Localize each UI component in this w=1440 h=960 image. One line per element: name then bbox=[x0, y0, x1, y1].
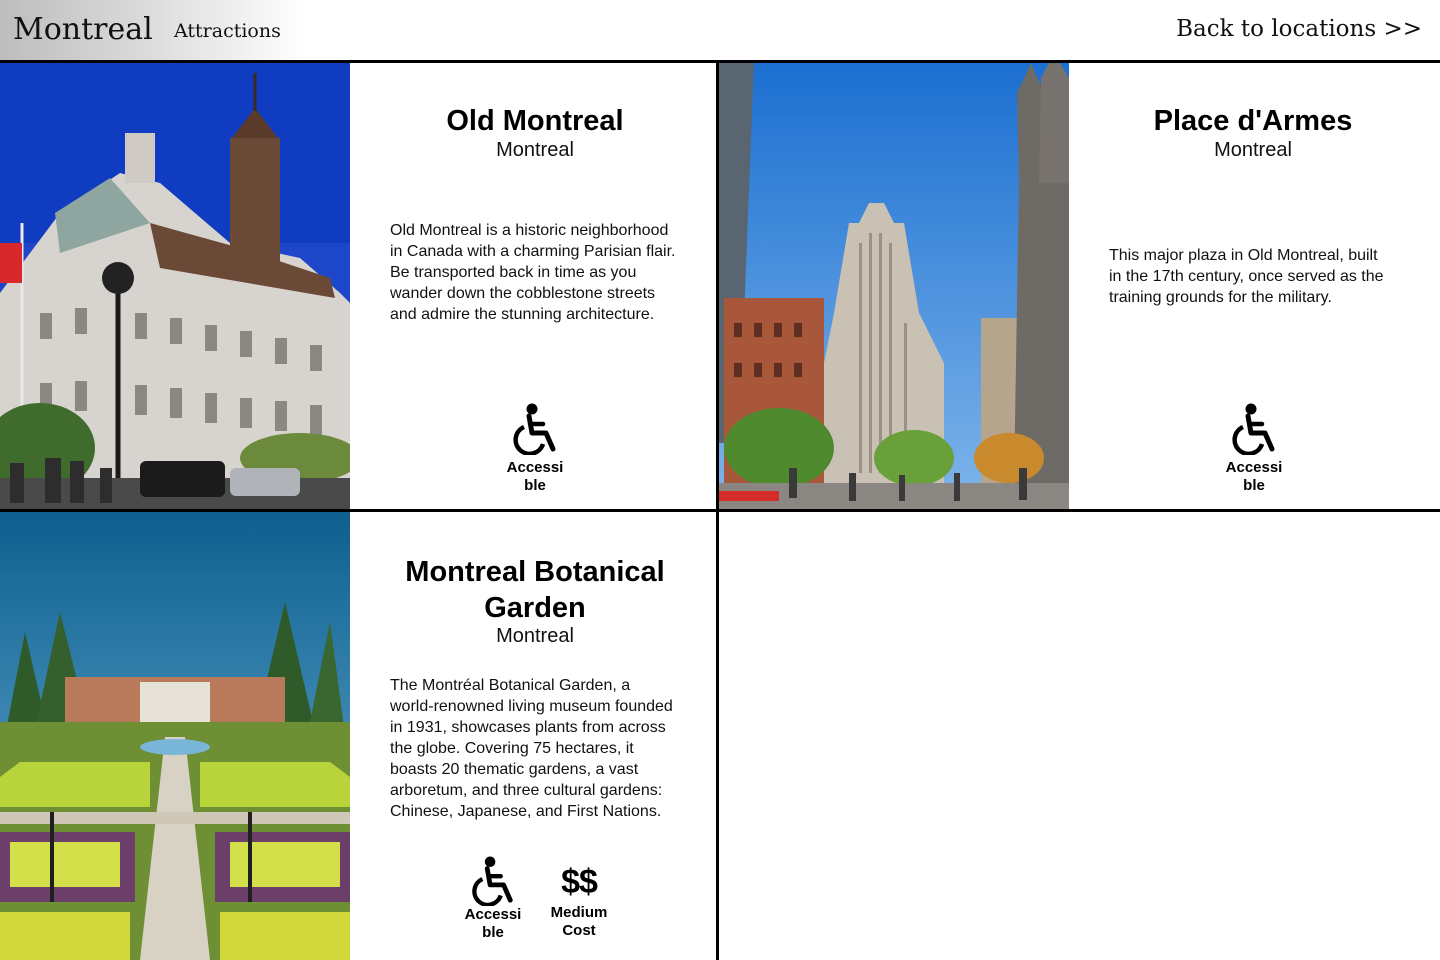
page-subtitle: Attractions bbox=[174, 20, 281, 42]
page-title: Montreal bbox=[13, 12, 153, 47]
place-darmes-photo bbox=[719, 63, 1069, 509]
accessible-badge: Accessible bbox=[1219, 403, 1289, 495]
attraction-title: Place d'Armes bbox=[1153, 105, 1353, 137]
accessible-badge: Accessible bbox=[458, 856, 528, 942]
grid-divider-horizontal bbox=[0, 509, 1440, 512]
empty-grid-cell bbox=[719, 512, 1440, 960]
attraction-city: Montreal bbox=[496, 139, 574, 161]
old-montreal-info: Old Montreal Montreal Old Montreal is a … bbox=[350, 63, 717, 509]
badge-label: Accessible bbox=[464, 906, 522, 941]
badge-label: Accessible bbox=[506, 459, 564, 494]
attraction-description: The Montréal Botanical Garden, a world-r… bbox=[390, 677, 673, 820]
attraction-city: Montreal bbox=[496, 625, 574, 647]
attraction-card-place-darmes[interactable]: Place d'Armes Montreal This major plaza … bbox=[719, 63, 1440, 509]
place-darmes-info: Place d'Armes Montreal This major plaza … bbox=[1069, 63, 1436, 509]
botanical-garden-photo bbox=[0, 512, 350, 960]
attraction-city: Montreal bbox=[1214, 139, 1292, 161]
accessible-badge: Accessible bbox=[500, 403, 570, 495]
old-montreal-photo bbox=[0, 63, 350, 509]
medium-cost-badge: $$ Medium Cost bbox=[544, 862, 614, 940]
attraction-card-botanical-garden[interactable]: Montreal Botanical Garden Montreal The M… bbox=[0, 512, 716, 960]
attraction-card-old-montreal[interactable]: Old Montreal Montreal Old Montreal is a … bbox=[0, 63, 716, 509]
attraction-description: This major plaza in Old Montreal, built … bbox=[1109, 247, 1384, 306]
dollar-icon: $$ bbox=[561, 863, 598, 901]
badge-label: Accessible bbox=[1225, 459, 1283, 494]
wheelchair-icon bbox=[1232, 403, 1275, 455]
badge-label: Medium Cost bbox=[550, 904, 608, 939]
top-bar: Montreal Attractions Back to locations >… bbox=[0, 0, 1440, 60]
wheelchair-icon bbox=[513, 403, 556, 455]
wheelchair-icon bbox=[472, 856, 513, 906]
attraction-title: Old Montreal bbox=[446, 105, 624, 137]
back-to-locations-link[interactable]: Back to locations >> bbox=[1176, 16, 1422, 42]
attraction-title: Montreal Botanical Garden bbox=[405, 556, 665, 624]
attraction-description: Old Montreal is a historic neighborhood … bbox=[390, 222, 676, 323]
botanical-garden-info: Montreal Botanical Garden Montreal The M… bbox=[350, 512, 717, 960]
